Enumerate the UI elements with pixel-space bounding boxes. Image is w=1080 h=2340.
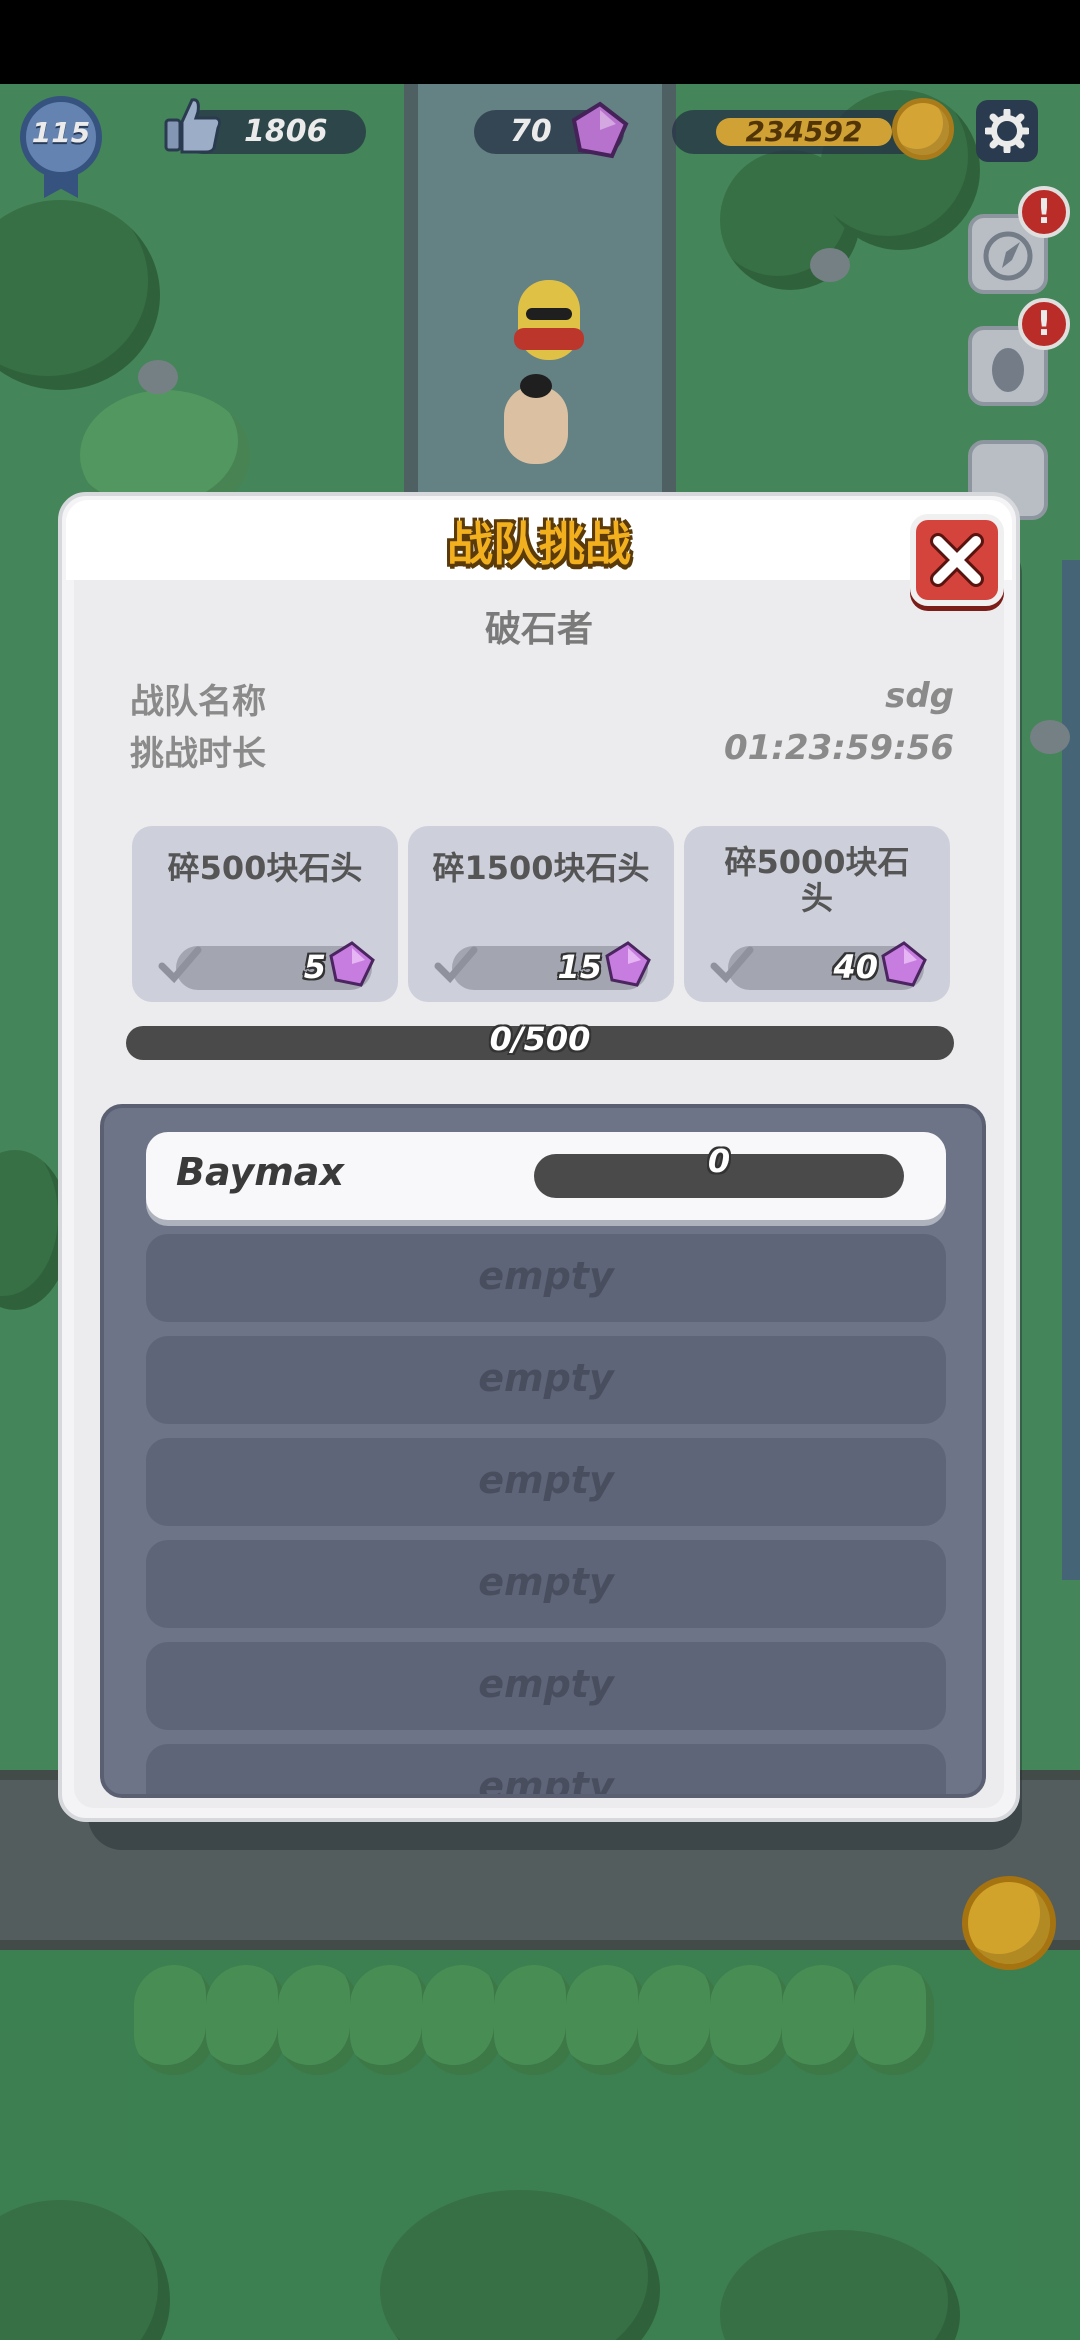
empty-label: empty <box>478 1764 614 1798</box>
challenge-progress-bar: 0/500 <box>126 1020 954 1060</box>
team-challenge-dialog: 战队挑战 破石者 战队名称 sdg 挑战时长 01:23:59:56 碎500块… <box>58 492 1020 1822</box>
gem-icon <box>604 940 652 988</box>
member-name: Baymax <box>176 1150 344 1194</box>
gem-icon <box>328 940 376 988</box>
empty-slot: empty <box>146 1744 946 1798</box>
duration-label: 挑战时长 <box>130 734 266 774</box>
empty-slot: empty <box>146 1336 946 1424</box>
check-icon <box>158 944 202 988</box>
empty-slot: empty <box>146 1540 946 1628</box>
team-name-value: sdg <box>885 676 954 716</box>
goal-card[interactable]: 碎500块石头 5 <box>132 826 398 1002</box>
goal-text-line2: 头 <box>800 879 833 917</box>
close-button[interactable] <box>910 514 1004 606</box>
empty-slot: empty <box>146 1438 946 1526</box>
member-list[interactable]: Baymax 0 empty empty empty empty empty e… <box>100 1104 986 1798</box>
progress-text: 0/500 <box>489 1020 591 1058</box>
member-score: 0 <box>707 1142 731 1180</box>
reward-value: 5 <box>303 948 326 986</box>
check-icon <box>434 944 478 988</box>
gem-icon <box>880 940 928 988</box>
status-bar <box>0 0 1080 84</box>
empty-label: empty <box>478 1254 614 1298</box>
member-row[interactable]: Baymax 0 <box>146 1132 946 1220</box>
empty-label: empty <box>478 1458 614 1502</box>
goal-text: 碎5000块石 头 <box>694 844 940 916</box>
goal-text: 碎500块石头 <box>167 849 363 887</box>
goal-text-line1: 碎5000块石 <box>724 843 910 881</box>
empty-slot: empty <box>146 1642 946 1730</box>
goal-text: 碎1500块石头 <box>432 849 650 887</box>
check-icon <box>710 944 754 988</box>
team-name-label: 战队名称 <box>130 682 266 722</box>
dialog-title: 战队挑战 <box>447 517 631 571</box>
goal-card[interactable]: 碎1500块石头 15 <box>408 826 674 1002</box>
goal-card[interactable]: 碎5000块石 头 40 <box>684 826 950 1002</box>
duration-value: 01:23:59:56 <box>723 728 954 768</box>
empty-label: empty <box>478 1560 614 1604</box>
reward-value: 40 <box>833 948 878 986</box>
empty-label: empty <box>478 1662 614 1706</box>
empty-slot: empty <box>146 1234 946 1322</box>
empty-label: empty <box>478 1356 614 1400</box>
reward-value: 15 <box>557 948 602 986</box>
team-title: 破石者 <box>484 609 593 650</box>
